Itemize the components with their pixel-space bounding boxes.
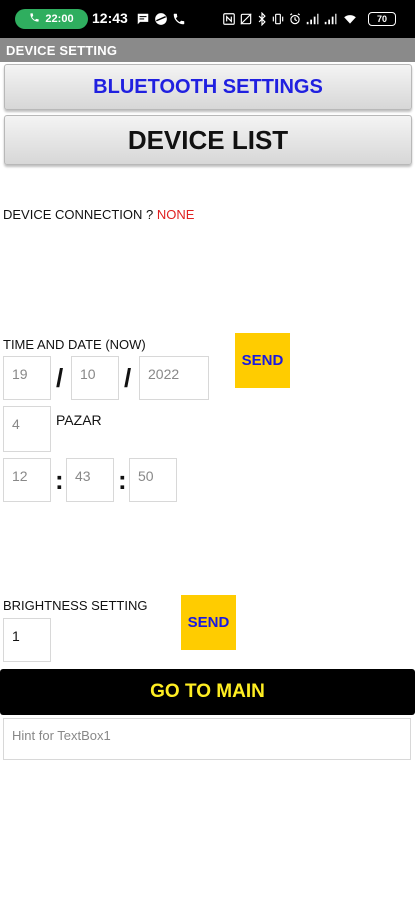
day-input[interactable]: 19 <box>3 356 51 400</box>
device-connection-label: DEVICE CONNECTION ? <box>3 207 157 222</box>
app-icon <box>153 11 169 27</box>
month-input[interactable]: 10 <box>71 356 119 400</box>
bluetooth-settings-label: BLUETOOTH SETTINGS <box>93 75 323 98</box>
device-list-button[interactable]: DEVICE LIST <box>4 115 412 165</box>
textbox1-input[interactable]: Hint for TextBox1 <box>3 718 411 760</box>
sync-off-icon <box>238 11 254 27</box>
vibrate-icon <box>270 11 286 27</box>
date-separator: / <box>56 363 64 393</box>
page-title: DEVICE SETTING <box>6 43 118 58</box>
status-clock: 12:43 <box>92 10 128 26</box>
brightness-label: BRIGHTNESS SETTING <box>3 598 148 613</box>
wifi-icon <box>342 11 358 27</box>
year-input[interactable]: 2022 <box>139 356 209 400</box>
send-time-button[interactable]: SEND <box>235 333 290 388</box>
bluetooth-settings-button[interactable]: BLUETOOTH SETTINGS <box>4 64 412 110</box>
alarm-icon <box>287 11 303 27</box>
signal-icon <box>322 11 338 27</box>
minute-input[interactable]: 43 <box>66 458 114 502</box>
send-brightness-button[interactable]: SEND <box>181 595 236 650</box>
bluetooth-icon <box>254 11 270 27</box>
time-date-label: TIME AND DATE (NOW) <box>3 337 146 352</box>
device-list-label: DEVICE LIST <box>127 124 289 155</box>
weekday-name: PAZAR <box>56 412 102 428</box>
date-separator: / <box>124 363 132 393</box>
ongoing-call-pill[interactable]: 22:00 <box>15 9 88 29</box>
battery-icon: 70 <box>368 12 396 26</box>
battery-level: 70 <box>376 14 387 24</box>
second-input[interactable]: 50 <box>129 458 177 502</box>
time-separator: : <box>118 465 127 495</box>
nfc-icon <box>221 11 237 27</box>
brightness-input[interactable]: 1 <box>3 618 51 662</box>
device-connection-value: NONE <box>156 207 195 222</box>
call-icon <box>171 11 187 27</box>
hour-input[interactable]: 12 <box>3 458 51 502</box>
device-connection-status: DEVICE CONNECTION ? NONE <box>3 207 194 222</box>
message-icon <box>135 11 151 27</box>
call-timer: 22:00 <box>45 13 74 25</box>
time-separator: : <box>55 465 64 495</box>
signal-icon <box>304 11 320 27</box>
go-to-main-button[interactable]: GO TO MAIN <box>0 669 415 715</box>
weekday-input[interactable]: 4 <box>3 406 51 452</box>
phone-icon <box>29 12 40 26</box>
